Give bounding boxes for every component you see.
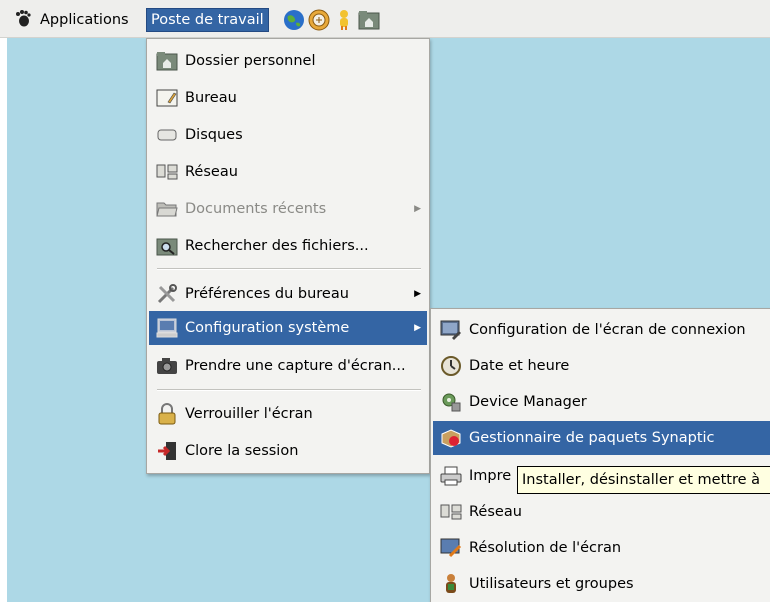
home-folder-icon[interactable] <box>357 9 381 31</box>
submenu-item-device-manager[interactable]: Device Manager <box>433 385 770 419</box>
menu-item-label: Bureau <box>185 90 237 106</box>
web-browser-icon[interactable] <box>282 9 306 31</box>
computer-icon <box>156 317 178 339</box>
submenu-item-label: Gestionnaire de paquets Synaptic <box>469 430 715 446</box>
submenu-item-label: Résolution de l'écran <box>469 540 622 556</box>
configuration-systeme-submenu: Configuration de l'écran de connexion Da… <box>430 308 770 602</box>
submenu-item-date-heure[interactable]: Date et heure <box>433 349 770 383</box>
submenu-item-label: Réseau <box>469 504 522 520</box>
camera-icon <box>156 355 178 377</box>
submenu-item-label: Device Manager <box>469 394 587 410</box>
submenu-item-label: Date et heure <box>469 358 570 374</box>
tooltip: Installer, désinstaller et mettre à <box>517 466 770 494</box>
mail-icon[interactable] <box>307 9 331 31</box>
home-folder-icon <box>156 50 178 72</box>
printer-icon <box>440 465 462 487</box>
submenu-arrow-icon: ▶ <box>414 323 421 333</box>
device-manager-icon <box>440 391 462 413</box>
menu-item-verrouiller-ecran[interactable]: Verrouiller l'écran <box>149 397 427 431</box>
submenu-arrow-icon: ▶ <box>414 204 421 214</box>
messenger-icon[interactable] <box>332 9 356 31</box>
menu-item-label: Rechercher des fichiers... <box>185 238 369 254</box>
submenu-item-label: Configuration de l'écran de connexion <box>469 322 746 338</box>
submenu-item-ecran-connexion[interactable]: Configuration de l'écran de connexion <box>433 313 770 347</box>
display-icon <box>440 537 462 559</box>
tools-icon <box>156 283 178 305</box>
menu-item-documents-recents[interactable]: Documents récents ▶ <box>149 192 427 226</box>
search-folder-icon <box>156 235 178 257</box>
submenu-item-label: Impre <box>469 468 512 484</box>
applications-menu-button[interactable]: Applications <box>14 9 129 31</box>
tooltip-text: Installer, désinstaller et mettre à <box>522 472 761 488</box>
menu-item-label: Documents récents <box>185 201 327 217</box>
network-icon <box>156 161 178 183</box>
menu-item-configuration-systeme[interactable]: Configuration système ▶ <box>149 311 427 345</box>
menu-item-bureau[interactable]: Bureau <box>149 81 427 115</box>
menu-item-label: Prendre une capture d'écran... <box>185 358 406 374</box>
folder-open-icon <box>156 198 178 220</box>
poste-de-travail-label: Poste de travail <box>151 12 264 28</box>
desktop-icon <box>156 87 178 109</box>
poste-de-travail-menu-button[interactable]: Poste de travail <box>146 8 269 32</box>
users-icon <box>440 573 462 595</box>
network-icon <box>440 501 462 523</box>
clock-icon <box>440 355 462 377</box>
menu-item-label: Disques <box>185 127 243 143</box>
submenu-item-reseau[interactable]: Réseau <box>433 495 770 529</box>
login-screen-icon <box>440 319 462 341</box>
menu-item-preferences-bureau[interactable]: Préférences du bureau ▶ <box>149 277 427 311</box>
menu-item-label: Verrouiller l'écran <box>185 406 313 422</box>
menu-item-rechercher-fichiers[interactable]: Rechercher des fichiers... <box>149 229 427 263</box>
menu-item-label: Configuration système <box>185 320 350 336</box>
submenu-item-label: Utilisateurs et groupes <box>469 576 634 592</box>
menu-item-label: Dossier personnel <box>185 53 316 69</box>
menu-item-label: Clore la session <box>185 443 299 459</box>
applications-label: Applications <box>40 12 129 28</box>
menu-item-reseau[interactable]: Réseau <box>149 155 427 189</box>
menu-separator <box>157 389 421 391</box>
menu-item-label: Réseau <box>185 164 238 180</box>
submenu-item-utilisateurs-groupes[interactable]: Utilisateurs et groupes <box>433 567 770 601</box>
top-panel: Applications Poste de travail <box>0 0 770 38</box>
menu-separator <box>157 268 421 270</box>
menu-item-dossier-personnel[interactable]: Dossier personnel <box>149 44 427 78</box>
submenu-arrow-icon: ▶ <box>414 289 421 299</box>
poste-de-travail-menu: Dossier personnel Bureau Disques Réseau … <box>146 38 430 474</box>
menu-item-label: Préférences du bureau <box>185 286 349 302</box>
menu-item-clore-session[interactable]: Clore la session <box>149 434 427 468</box>
menu-item-disques[interactable]: Disques <box>149 118 427 152</box>
submenu-item-resolution-ecran[interactable]: Résolution de l'écran <box>433 531 770 565</box>
menu-item-capture-ecran[interactable]: Prendre une capture d'écran... <box>149 349 427 383</box>
package-icon <box>440 427 462 449</box>
drive-icon <box>156 124 178 146</box>
submenu-item-synaptic[interactable]: Gestionnaire de paquets Synaptic <box>433 421 770 455</box>
logout-icon <box>156 440 178 462</box>
lock-icon <box>156 403 178 425</box>
gnome-foot-icon <box>14 9 32 32</box>
